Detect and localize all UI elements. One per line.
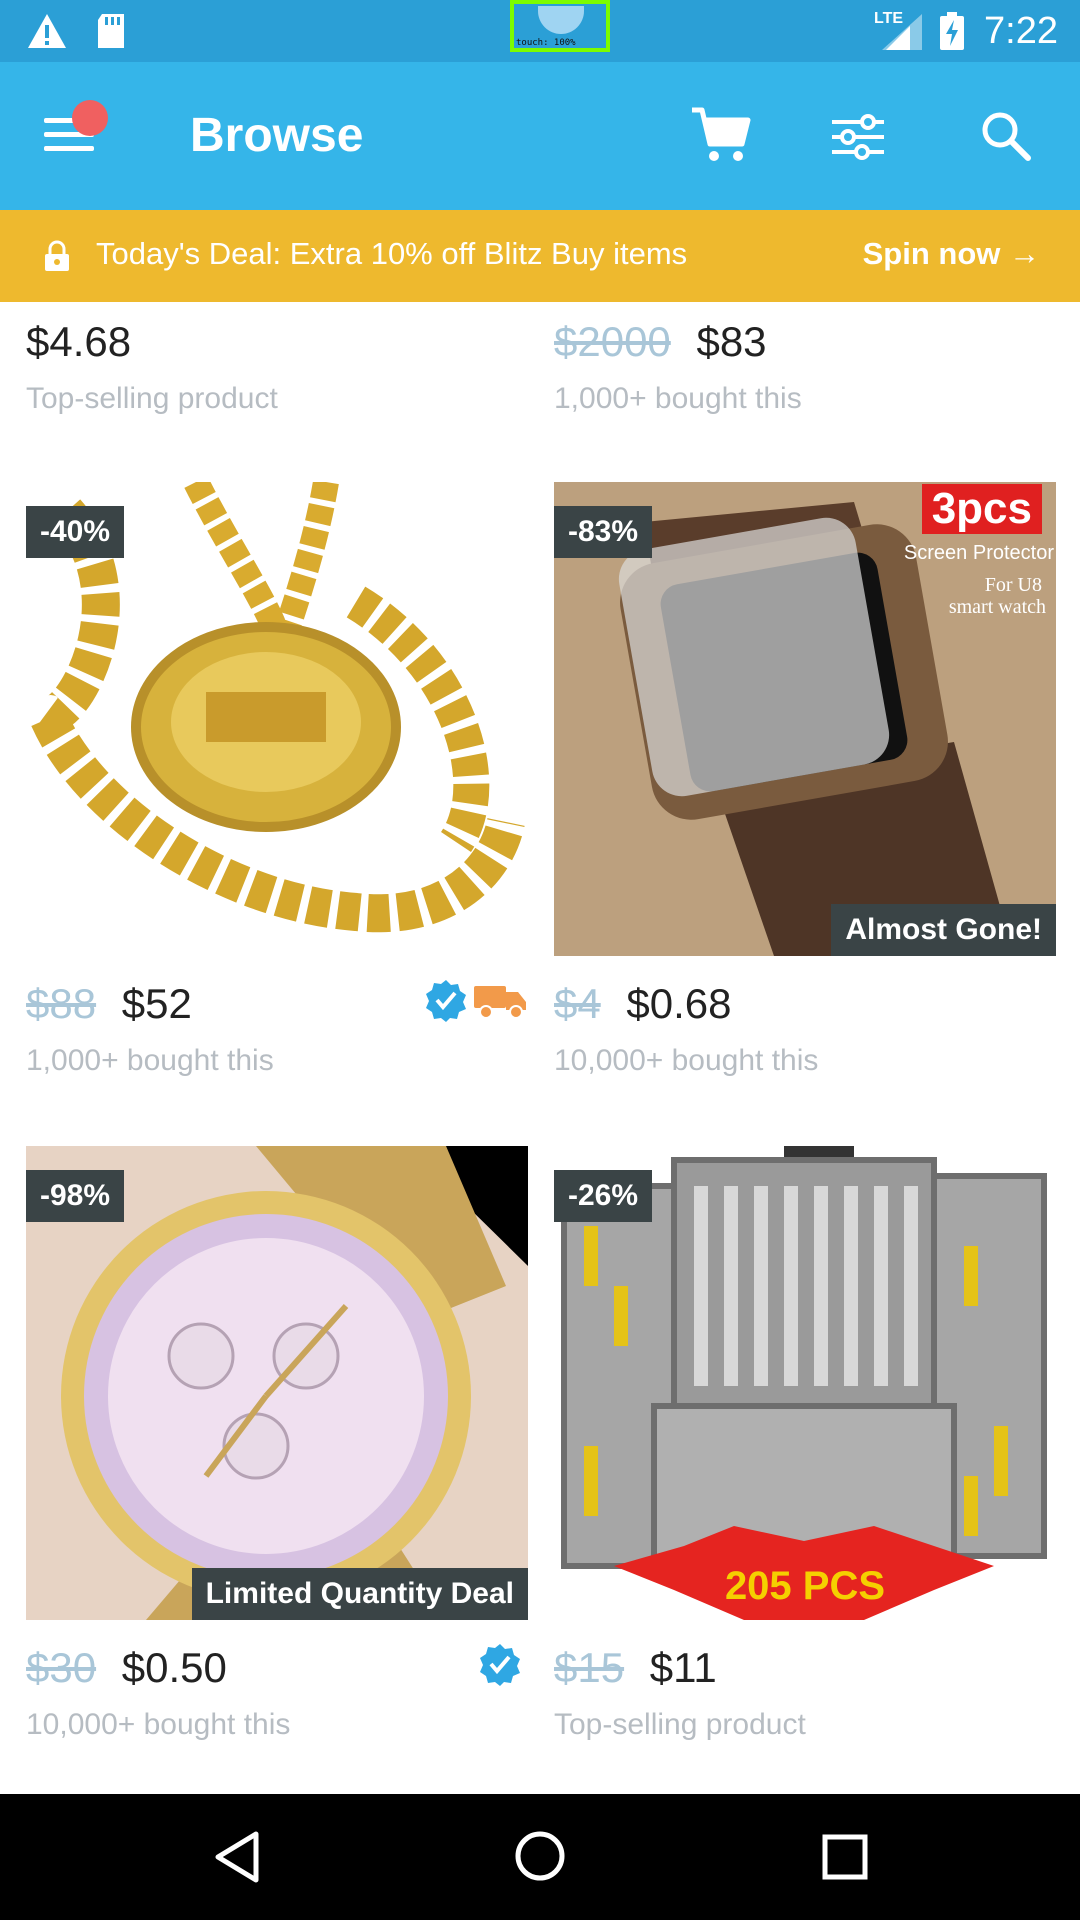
current-price: $0.50: [121, 1644, 227, 1691]
deal-banner[interactable]: Today's Deal: Extra 10% off Blitz Buy it…: [0, 210, 1080, 302]
discount-badge: -26%: [554, 1170, 653, 1222]
price-row: $30 $0.50: [26, 1644, 227, 1696]
verified-badge-icon: [426, 980, 466, 1022]
original-price: $30: [26, 1644, 97, 1691]
search-icon[interactable]: [980, 110, 1032, 162]
current-price: $4.68: [26, 318, 132, 365]
status-bar: touch: 100% LTE 7:22: [0, 0, 1080, 62]
cart-icon[interactable]: [690, 106, 752, 166]
deal-text: Today's Deal: Extra 10% off Blitz Buy it…: [96, 236, 688, 271]
image-text: 3pcs: [921, 484, 1042, 534]
price-row: $2000 $83: [554, 318, 767, 370]
clock: 7:22: [984, 10, 1058, 52]
price-row: $4.68: [26, 318, 131, 370]
touch-indicator: touch: 100%: [510, 0, 610, 52]
product-image[interactable]: 3pcs Screen Protector For U8 smart watch…: [554, 482, 1056, 956]
system-nav-bar: [0, 1794, 1080, 1920]
product-image[interactable]: -40%: [26, 482, 528, 956]
lock-icon: [45, 240, 69, 271]
current-price: $0.68: [626, 980, 732, 1027]
original-price: $15: [554, 1644, 625, 1691]
original-price: $2000: [554, 318, 671, 365]
price-row: $15 $11: [554, 1644, 717, 1696]
discount-badge: -40%: [26, 506, 125, 558]
battery-charging-icon: [940, 12, 964, 50]
current-price: $11: [649, 1644, 717, 1691]
product-image[interactable]: -98% Limited Quantity Deal: [26, 1146, 528, 1620]
product-subtitle: 10,000+ bought this: [26, 1708, 291, 1741]
product-subtitle: 1,000+ bought this: [554, 382, 802, 415]
warning-icon: [28, 14, 66, 48]
recent-apps-icon[interactable]: [822, 1834, 868, 1880]
back-icon[interactable]: [212, 1830, 262, 1884]
sd-card-icon: [98, 14, 124, 48]
image-text: smart watch: [948, 596, 1046, 618]
product-subtitle: 1,000+ bought this: [26, 1044, 274, 1077]
filter-icon[interactable]: [832, 112, 884, 162]
original-price: $88: [26, 980, 97, 1027]
product-subtitle: Top-selling product: [26, 382, 278, 415]
current-price: $83: [696, 318, 767, 365]
original-price: $4: [554, 980, 601, 1027]
image-text: 205 PCS: [724, 1564, 886, 1608]
home-icon[interactable]: [514, 1830, 566, 1882]
touch-label: touch: 100%: [516, 38, 576, 48]
price-row: $4 $0.68: [554, 980, 732, 1032]
app-bar: Browse: [0, 62, 1080, 210]
verified-badge-icon: [480, 1644, 520, 1686]
notification-dot: [72, 100, 108, 136]
product-image[interactable]: 205 PCS -26%: [554, 1146, 1056, 1620]
image-text: For U8: [984, 574, 1042, 596]
image-text: Screen Protector: [903, 542, 1054, 564]
signal-icon: [882, 14, 922, 50]
spin-now-link[interactable]: Spin now →: [863, 236, 1040, 272]
price-row: $88 $52: [26, 980, 192, 1032]
discount-badge: -83%: [554, 506, 653, 558]
page-title: Browse: [190, 109, 364, 162]
fast-shipping-truck-icon: [474, 986, 526, 1019]
limited-quantity-badge: Limited Quantity Deal: [191, 1568, 528, 1620]
almost-gone-badge: Almost Gone!: [831, 904, 1056, 956]
product-subtitle: Top-selling product: [554, 1708, 806, 1741]
product-subtitle: 10,000+ bought this: [554, 1044, 819, 1077]
current-price: $52: [121, 980, 192, 1027]
discount-badge: -98%: [26, 1170, 125, 1222]
